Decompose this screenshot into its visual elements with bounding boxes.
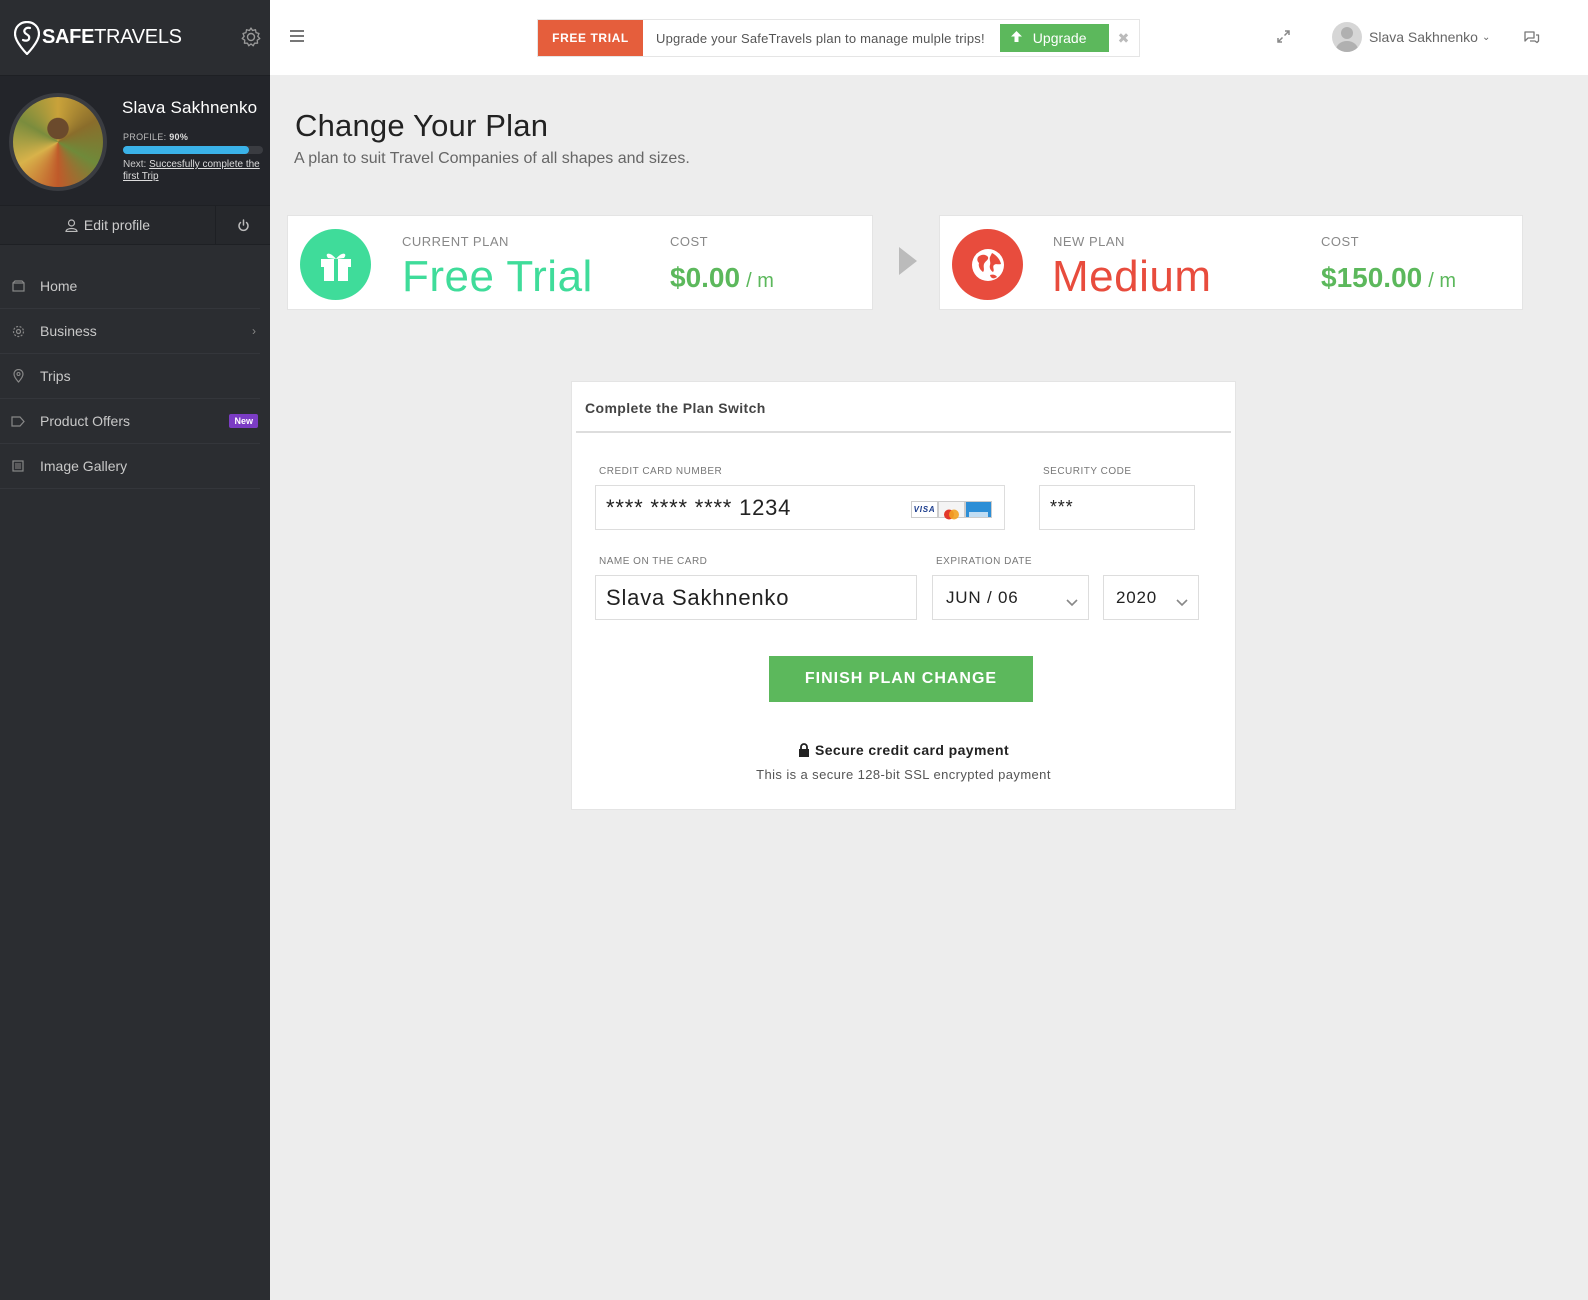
mastercard-icon [938,501,965,520]
sidebar-item-label: Home [40,278,78,294]
user-menu[interactable]: Slava Sakhnenko ⌄ [1332,22,1490,52]
card-name-label: NAME ON THE CARD [599,556,708,567]
trial-tag: FREE TRIAL [538,20,643,56]
profile-panel: Slava Sakhnenko PROFILE: 90% Next: Succe… [0,75,270,205]
plan-arrow-icon [899,247,917,275]
chat-icon[interactable] [1523,30,1540,49]
page-title: Change Your Plan [295,108,549,143]
sidebar-item-image-gallery[interactable]: Image Gallery [0,444,260,489]
gift-icon [300,229,371,300]
map-pin-icon [11,369,25,383]
power-icon [237,218,249,231]
card-brands-icon: VISA [911,501,992,520]
new-cost-label: COST [1321,234,1360,249]
secure-payment-title: Secure credit card payment [572,742,1235,758]
edit-profile-label: Edit profile [83,217,151,233]
current-plan-label: CURRENT PLAN [402,234,509,249]
sidebar-item-label: Product Offers [40,413,131,429]
card-number-input[interactable]: **** **** **** 1234 VISA [595,485,1005,530]
avatar[interactable] [9,93,107,191]
upgrade-label: Upgrade [1032,30,1087,46]
chevron-down-icon: ⌄ [1481,31,1491,43]
finish-plan-change-button[interactable]: FINISH PLAN CHANGE [769,656,1033,702]
upgrade-button[interactable]: Upgrade [999,24,1109,52]
sidebar-nav: Home Business › Trips Product Offers New… [0,264,270,489]
edit-profile-button[interactable]: Edit profile [0,206,216,244]
user-avatar [1332,22,1362,52]
card-number-value: **** **** **** 1234 [606,494,792,520]
profile-progress-fill [123,146,249,154]
profile-completion: PROFILE: 90% [123,132,189,142]
user-name: Slava Sakhnenko [1369,29,1478,45]
current-plan-name: Free Trial [402,252,593,301]
profile-actions: Edit profile [0,205,270,245]
expiration-label: EXPIRATION DATE [936,556,1033,567]
sidebar-item-label: Trips [40,368,71,384]
home-icon [11,279,25,293]
sidebar-item-label: Business [40,323,97,339]
logout-button[interactable] [216,206,270,244]
security-code-label: SECURITY CODE [1043,466,1132,477]
expiry-month-value: JUN / 06 [946,587,1019,607]
security-code-input[interactable]: *** [1039,485,1195,530]
current-plan-cost: $0.00/ m [670,262,774,293]
user-icon [65,218,78,232]
visa-icon: VISA [911,501,938,518]
lock-icon [798,743,809,757]
new-badge: New [229,414,258,428]
current-plan-card: CURRENT PLAN Free Trial COST $0.00/ m [287,215,873,310]
business-gear-icon [11,324,25,338]
logo-text[interactable]: SAFETRAVELS [42,26,182,49]
page-subtitle: A plan to suit Travel Companies of all s… [294,150,690,167]
gallery-icon [11,459,25,473]
chevron-down-icon [1066,592,1078,612]
plan-switch-form: Complete the Plan Switch CREDIT CARD NUM… [571,381,1236,810]
amex-icon [965,501,992,518]
fullscreen-icon[interactable] [1276,29,1291,49]
secure-payment-subtitle: This is a secure 128-bit SSL encrypted p… [756,767,1051,782]
trial-banner: FREE TRIAL Upgrade your SafeTravels plan… [537,19,1140,57]
profile-name: Slava Sakhnenko [122,98,258,117]
expiry-year-value: 2020 [1116,587,1158,607]
close-icon[interactable]: ✖ [1109,20,1139,56]
tag-icon [11,414,25,428]
sidebar-item-product-offers[interactable]: Product Offers New [0,399,260,444]
form-heading: Complete the Plan Switch [585,400,766,416]
expiry-year-select[interactable]: 2020 [1103,575,1199,620]
card-name-input[interactable]: Slava Sakhnenko [595,575,917,620]
expiry-month-select[interactable]: JUN / 06 [932,575,1089,620]
logo-pin-icon [13,20,41,56]
menu-toggle-icon[interactable] [290,30,304,45]
sidebar: SAFETRAVELS Slava Sakhnenko PROFILE: 90%… [0,0,270,1300]
sidebar-item-home[interactable]: Home [0,264,260,309]
brand: SAFETRAVELS [0,0,270,75]
topbar: FREE TRIAL Upgrade your SafeTravels plan… [270,0,1588,75]
sidebar-item-trips[interactable]: Trips [0,354,260,399]
trial-message: Upgrade your SafeTravels plan to manage … [656,30,985,46]
sidebar-item-business[interactable]: Business › [0,309,260,354]
new-plan-label: NEW PLAN [1053,234,1125,249]
card-number-label: CREDIT CARD NUMBER [599,466,723,477]
globe-icon [952,229,1023,300]
new-plan-card: NEW PLAN Medium COST $150.00/ m [939,215,1523,310]
divider [576,431,1231,433]
new-plan-name: Medium [1052,252,1212,301]
profile-next-step: Next: Succesfully complete the first Tri… [123,159,260,182]
gear-icon[interactable] [240,26,262,48]
chevron-down-icon [1176,592,1188,612]
sidebar-item-label: Image Gallery [40,458,128,474]
new-plan-cost: $150.00/ m [1321,262,1456,293]
current-cost-label: COST [670,234,709,249]
profile-progress-bar [123,146,263,154]
arrow-up-icon [1010,30,1023,46]
chevron-right-icon: › [252,324,256,338]
